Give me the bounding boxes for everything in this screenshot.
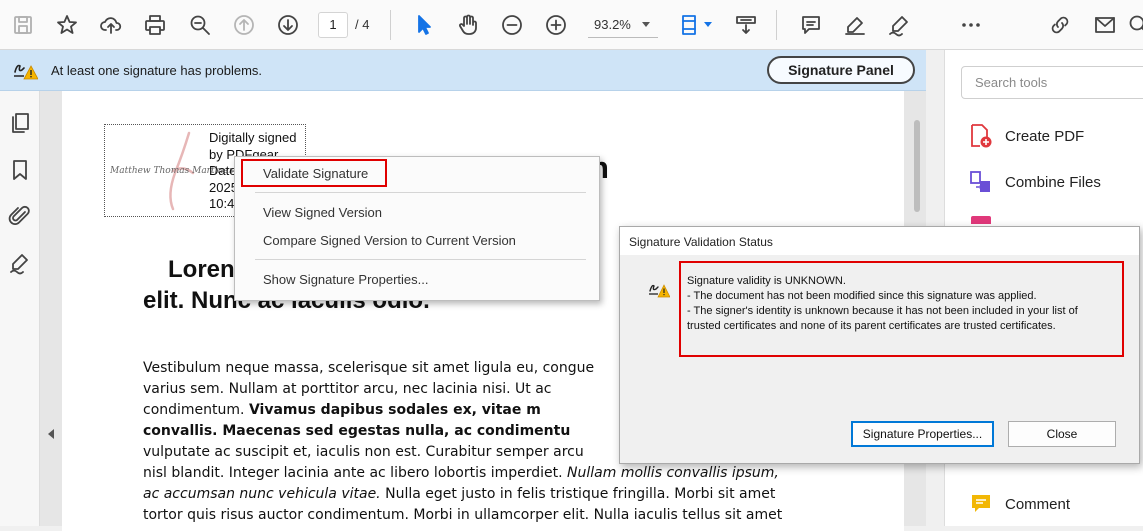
signature-context-menu: Validate Signature View Signed Version C…	[234, 156, 600, 301]
tool-comment[interactable]: Comment	[969, 490, 1070, 518]
body-text-run: condimentum.	[143, 402, 245, 418]
tool-label: Combine Files	[1005, 174, 1101, 191]
toolbar-divider	[390, 10, 391, 40]
signature-detail-line: Digitally signed	[209, 130, 296, 147]
hand-icon[interactable]	[455, 12, 481, 38]
body-line: ac accumsan nunc vehicula vitae. Nulla e…	[143, 484, 828, 505]
signature-validation-dialog: Signature Validation Status Signature va…	[619, 226, 1140, 464]
scroll-mode-icon[interactable]	[733, 12, 759, 38]
zoom-plus-icon[interactable]	[543, 12, 569, 38]
banner-message: At least one signature has problems.	[51, 63, 262, 78]
body-text-bold: convallis. Maecenas sed egestas nulla, a…	[143, 423, 570, 439]
create-pdf-icon	[969, 123, 993, 149]
status-line: - The document has not been modified sin…	[687, 289, 1122, 304]
comment-icon[interactable]	[798, 12, 824, 38]
comment-tool-icon	[969, 492, 993, 516]
tool-label: Comment	[1005, 496, 1070, 513]
page-fit-icon[interactable]	[678, 12, 704, 38]
more-icon[interactable]	[958, 12, 984, 38]
print-icon[interactable]	[142, 12, 168, 38]
body-text-italic: Nullam mollis convallis ipsum,	[567, 465, 779, 481]
signature-warning-banner: At least one signature has problems. Sig…	[0, 50, 926, 91]
search-tools-input[interactable]: Search tools	[961, 66, 1143, 99]
bookmark-icon[interactable]	[8, 158, 32, 182]
partially-hidden-tool-icon	[971, 216, 991, 224]
zoom-minus-icon[interactable]	[499, 12, 525, 38]
signature-warning-icon	[648, 279, 670, 299]
body-text-run: Nulla eget justo in felis tristique frin…	[385, 486, 775, 502]
pages-icon[interactable]	[8, 111, 32, 135]
search-icon[interactable]	[1126, 12, 1143, 38]
main-toolbar: 1 / 4 93.2%	[0, 0, 1143, 50]
dialog-title: Signature Validation Status	[629, 235, 773, 249]
vertical-scrollbar-thumb[interactable]	[914, 120, 920, 212]
chevron-down-icon[interactable]	[704, 22, 712, 27]
status-line: Signature validity is UNKNOWN.	[687, 274, 1122, 289]
menu-item-show-signature-properties[interactable]: Show Signature Properties...	[263, 272, 428, 287]
body-line: tortor quis risus auctor condimentum. Mo…	[143, 505, 828, 526]
page-up-icon[interactable]	[231, 12, 257, 38]
page-down-icon[interactable]	[275, 12, 301, 38]
attachment-icon[interactable]	[8, 204, 32, 228]
body-line: nisl blandit. Integer lacinia ante ac li…	[143, 463, 828, 484]
email-icon[interactable]	[1092, 12, 1118, 38]
highlight-pen-icon[interactable]	[842, 12, 868, 38]
combine-files-icon	[969, 169, 993, 195]
tool-label: Create PDF	[1005, 128, 1084, 145]
sign-pen-icon[interactable]	[886, 12, 912, 38]
toolbar-divider	[776, 10, 777, 40]
page-total-label: / 4	[355, 17, 369, 32]
signature-properties-button[interactable]: Signature Properties...	[851, 421, 994, 447]
star-icon[interactable]	[54, 12, 80, 38]
cloud-upload-icon[interactable]	[98, 12, 124, 38]
validation-status-box: Signature validity is UNKNOWN. - The doc…	[679, 261, 1124, 357]
menu-item-view-signed-version[interactable]: View Signed Version	[263, 205, 382, 220]
document-title-start: Loren	[168, 256, 235, 283]
link-icon[interactable]	[1047, 12, 1073, 38]
menu-item-validate-signature[interactable]: Validate Signature	[263, 166, 368, 181]
page-number-input[interactable]: 1	[318, 12, 348, 38]
menu-divider	[255, 192, 586, 193]
tool-create-pdf[interactable]: Create PDF	[969, 122, 1084, 150]
collapse-left-arrow-icon[interactable]	[48, 429, 54, 439]
document-title-line1: Lorenct	[168, 256, 235, 284]
close-button[interactable]: Close	[1008, 421, 1116, 447]
menu-item-compare-versions[interactable]: Compare Signed Version to Current Versio…	[263, 233, 516, 248]
zoom-out-search-icon[interactable]	[187, 12, 213, 38]
status-line: - The signer's identity is unknown becau…	[687, 304, 1122, 319]
body-text-italic: ac accumsan nunc vehicula vitae.	[143, 486, 381, 502]
signature-panel-button[interactable]: Signature Panel	[767, 56, 915, 84]
status-line: trusted certificates and none of its par…	[687, 319, 1122, 334]
left-navigation-rail	[0, 91, 40, 526]
dialog-titlebar[interactable]: Signature Validation Status	[620, 227, 1139, 255]
select-cursor-icon[interactable]	[411, 12, 437, 38]
tool-combine-files[interactable]: Combine Files	[969, 168, 1101, 196]
menu-divider	[255, 259, 586, 260]
save-icon[interactable]	[10, 12, 36, 38]
body-text-run: nisl blandit. Integer lacinia ante ac li…	[143, 465, 563, 481]
chevron-down-icon[interactable]	[642, 22, 650, 27]
signatures-icon[interactable]	[8, 251, 32, 275]
body-text-bold: Vivamus dapibus sodales ex, vitae m	[249, 402, 541, 418]
signature-warning-icon	[12, 58, 38, 82]
